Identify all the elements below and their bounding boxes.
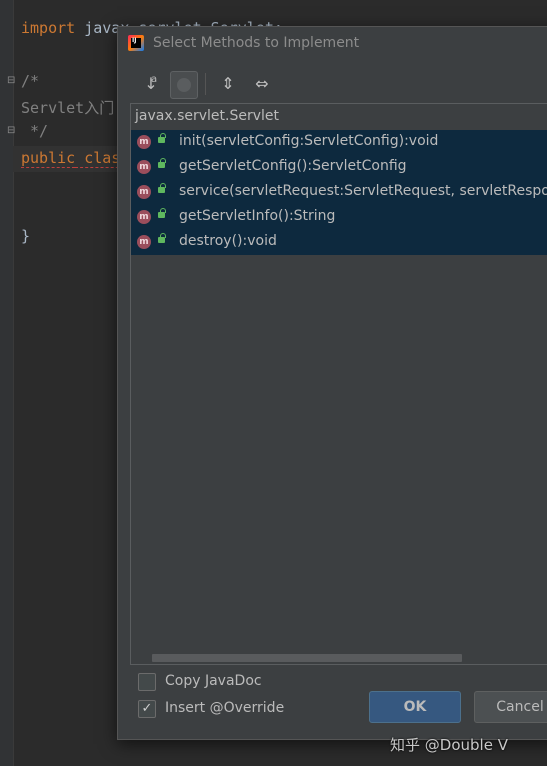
code-line-comment-close: */ [21,122,49,140]
intellij-logo-icon [128,35,144,51]
code-line-class: public class [21,149,130,168]
method-label: getServletConfig():ServletConfig [179,158,407,174]
method-row[interactable]: m service(servletRequest:ServletRequest,… [131,180,547,205]
horizontal-scrollbar[interactable] [152,654,462,662]
method-icon: m [137,135,151,149]
method-row[interactable]: m getServletConfig():ServletConfig [131,155,547,180]
method-list: m init(servletConfig:ServletConfig):void… [131,130,547,255]
code-line-comment-open: /* [21,72,40,90]
copy-javadoc-checkbox[interactable] [138,673,156,691]
dialog-titlebar[interactable]: Select Methods to Implement [118,27,547,59]
method-icon: m [137,185,151,199]
tree-interface-header[interactable]: javax.servlet.Servlet [135,108,279,124]
public-lock-icon [158,233,166,243]
copy-javadoc-label: Copy JavaDoc [165,673,262,689]
method-label: service(servletRequest:ServletRequest, s… [179,183,547,199]
method-row[interactable]: m destroy():void [131,230,547,255]
public-lock-icon [158,158,166,168]
method-icon: m [137,235,151,249]
fold-marker-icon[interactable]: ⊟ [7,126,16,136]
code-line-brace: } [21,227,31,245]
select-methods-dialog: Select Methods to Implement ↓a ⇕ ⇔ javax… [117,26,547,740]
method-row[interactable]: m init(servletConfig:ServletConfig):void [131,130,547,155]
watermark-text: 知乎 @Double V [390,736,508,754]
cancel-button[interactable]: Cancel [474,691,547,723]
dialog-title: Select Methods to Implement [153,35,360,51]
fold-marker-icon[interactable]: ⊟ [7,76,16,86]
sort-alphabetically-icon[interactable]: ↓ a [138,71,164,97]
code-line-comment-text: Servlet入门 [21,99,115,117]
method-icon: m [137,160,151,174]
method-label: init(servletConfig:ServletConfig):void [179,133,439,149]
editor-gutter [0,0,14,766]
toolbar-separator [205,73,206,95]
methods-tree[interactable]: javax.servlet.Servlet m init(servletConf… [130,103,547,665]
method-label: destroy():void [179,233,277,249]
ok-button[interactable]: OK [369,691,461,723]
public-lock-icon [158,183,166,193]
collapse-all-icon[interactable]: ⇔ [249,71,275,97]
method-row[interactable]: m getServletInfo():String [131,205,547,230]
method-icon: m [137,210,151,224]
expand-all-icon[interactable]: ⇕ [215,71,241,97]
method-label: getServletInfo():String [179,208,336,224]
public-lock-icon [158,208,166,218]
insert-override-label: Insert @Override [165,700,285,716]
public-lock-icon [158,133,166,143]
show-members-toggle-icon[interactable] [170,71,198,99]
insert-override-checkbox[interactable]: ✓ [138,700,156,718]
